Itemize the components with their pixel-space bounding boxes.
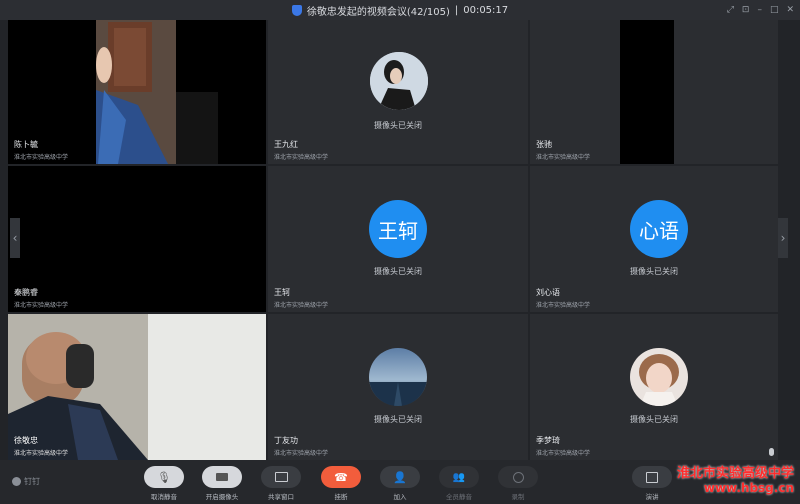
- record-icon: [512, 471, 524, 483]
- participant-name: 王九红: [274, 140, 298, 149]
- participant-org: 淮北市实验高级中学: [274, 450, 329, 457]
- participant-avatar: 王轲: [369, 200, 427, 258]
- brand-logo: 钉钉: [12, 476, 40, 487]
- minimize-icon[interactable]: –: [757, 5, 762, 15]
- watermark: 淮北市实验高级中学 www.hbsg.cn: [677, 466, 794, 496]
- record-button[interactable]: 录制: [496, 466, 540, 502]
- participant-name: 秦鹏睿: [14, 288, 38, 297]
- video-feed: [8, 314, 266, 460]
- watermark-school: 淮北市实验高级中学: [676, 466, 794, 481]
- next-page-button[interactable]: ›: [778, 218, 788, 258]
- add-person-icon: 👤: [393, 470, 407, 484]
- close-icon[interactable]: ✕: [786, 5, 794, 15]
- video-grid: 陈卜毓 淮北市实验高级中学 摄像头已关闭 王九红 淮北市实验高级中学 张驰 淮北…: [0, 20, 800, 460]
- mute-all-button[interactable]: 👥 全员静音: [437, 466, 481, 502]
- video-feed: [620, 20, 674, 164]
- participant-avatar: 心语: [630, 200, 688, 258]
- participant-tile[interactable]: 王轲 摄像头已关闭 王轲 淮北市实验高级中学: [268, 166, 528, 312]
- phone-hangup-icon: ☎: [334, 470, 348, 484]
- group-mute-icon: 👥: [452, 471, 466, 483]
- share-screen-icon: [274, 472, 288, 482]
- unmute-label: 取消静音: [151, 493, 177, 501]
- participant-tile[interactable]: 徐敬忠 淮北市实验高级中学: [8, 314, 266, 460]
- hangup-button[interactable]: ☎ 挂断: [319, 466, 363, 502]
- microphone-icon: [769, 448, 774, 456]
- microphone-muted-icon: 🎙: [157, 470, 171, 484]
- participant-name: 张驰: [536, 140, 552, 149]
- participant-tile[interactable]: 摄像头已关闭 王九红 淮北市实验高级中学: [268, 20, 528, 164]
- participant-org: 淮北市实验高级中学: [14, 450, 69, 457]
- meeting-timer: 00:05:17: [463, 4, 509, 16]
- participant-name: 丁友功: [274, 436, 298, 445]
- participant-name: 徐敬忠: [14, 436, 38, 445]
- participant-tile[interactable]: 摄像头已关闭 季梦琦 淮北市实验高级中学: [530, 314, 778, 460]
- shield-icon: [291, 4, 302, 16]
- expand-icon[interactable]: ⤢: [727, 5, 734, 15]
- participant-tile[interactable]: 摄像头已关闭 丁友功 淮北市实验高级中学: [268, 314, 528, 460]
- layout-label: 演讲: [645, 493, 659, 501]
- layout-button[interactable]: 演讲: [630, 466, 674, 502]
- avatar-image: [370, 52, 428, 110]
- participant-name: 刘心语: [536, 288, 560, 297]
- watermark-url: www.hbsg.cn: [703, 481, 794, 495]
- window-title: 徐敬忠发起的视频会议(42/105): [306, 6, 450, 18]
- mute-all-label: 全员静音: [446, 493, 472, 501]
- avatar-image: [630, 348, 688, 406]
- pin-icon[interactable]: ⊡: [742, 5, 750, 15]
- participant-avatar: [370, 52, 428, 110]
- participant-tile[interactable]: 陈卜毓 淮北市实验高级中学: [8, 20, 266, 164]
- share-window-label: 共享窗口: [268, 493, 294, 501]
- participant-name: 季梦琦: [536, 436, 560, 445]
- chevron-left-icon: ‹: [12, 231, 18, 245]
- camera-on-label: 开启摄像头: [205, 493, 239, 501]
- participant-org: 淮北市实验高级中学: [274, 302, 329, 309]
- unmute-button[interactable]: 🎙 取消静音: [142, 466, 186, 502]
- brand-name: 钉钉: [24, 477, 40, 486]
- camera-on-button[interactable]: 开启摄像头: [200, 466, 244, 502]
- video-feed: [96, 20, 218, 164]
- camera-off-icon: [216, 473, 228, 481]
- prev-page-button[interactable]: ‹: [10, 218, 20, 258]
- join-label: 加入: [393, 493, 407, 501]
- share-window-button[interactable]: 共享窗口: [259, 466, 303, 502]
- participant-org: 淮北市实验高级中学: [14, 302, 69, 309]
- participant-org: 淮北市实验高级中学: [536, 450, 591, 457]
- avatar-image: [369, 348, 427, 406]
- participant-avatar: [369, 348, 427, 406]
- layout-icon: [646, 471, 658, 483]
- participant-avatar: [630, 348, 688, 406]
- participant-name: 王轲: [274, 288, 290, 297]
- participant-tile[interactable]: 心语 摄像头已关闭 刘心语 淮北市实验高级中学: [530, 166, 778, 312]
- participant-org: 淮北市实验高级中学: [536, 154, 591, 161]
- camera-off-text: 摄像头已关闭: [374, 415, 422, 424]
- participant-org: 淮北市实验高级中学: [536, 302, 591, 309]
- participant-tile[interactable]: 秦鹏睿 淮北市实验高级中学: [8, 166, 266, 312]
- record-label: 录制: [511, 493, 525, 501]
- maximize-icon[interactable]: □: [770, 5, 779, 15]
- dingtalk-icon: [12, 477, 21, 486]
- hangup-label: 挂断: [334, 493, 348, 501]
- participant-tile[interactable]: 张驰 淮北市实验高级中学: [530, 20, 778, 164]
- camera-off-text: 摄像头已关闭: [374, 267, 422, 276]
- participant-name: 陈卜毓: [14, 140, 38, 149]
- title-separator: |: [454, 4, 459, 16]
- chevron-right-icon: ›: [780, 231, 786, 245]
- participant-org: 淮北市实验高级中学: [14, 154, 69, 161]
- title-bar: 徐敬忠发起的视频会议(42/105) | 00:05:17 ⤢ ⊡ – □ ✕: [0, 0, 800, 20]
- participant-org: 淮北市实验高级中学: [274, 154, 329, 161]
- camera-off-text: 摄像头已关闭: [374, 121, 422, 130]
- camera-off-text: 摄像头已关闭: [630, 415, 678, 424]
- camera-off-text: 摄像头已关闭: [630, 267, 678, 276]
- join-button[interactable]: 👤 加入: [378, 466, 422, 502]
